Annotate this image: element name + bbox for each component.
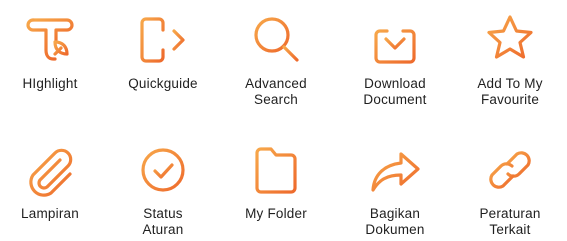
- star-icon: [480, 10, 540, 70]
- search-icon: [246, 10, 306, 70]
- lampiran-tile[interactable]: Lampiran: [0, 140, 105, 222]
- quickguide-label: Quickguide: [128, 76, 198, 91]
- download-document-tile[interactable]: Download Document: [340, 10, 450, 108]
- share-arrow-icon: [365, 140, 425, 200]
- link-icon: [480, 140, 540, 200]
- highlight-tile[interactable]: HIghlight: [0, 10, 105, 92]
- add-favourite-label: Add To My Favourite: [477, 76, 543, 107]
- quickguide-tile[interactable]: Quickguide: [108, 10, 218, 92]
- advanced-search-tile[interactable]: Advanced Search: [221, 10, 331, 108]
- folder-icon: [246, 140, 306, 200]
- bagikan-dokumen-tile[interactable]: Bagikan Dokumen: [340, 140, 450, 238]
- download-icon: [365, 10, 425, 70]
- peraturan-terkait-label: Peraturan Terkait: [479, 206, 541, 237]
- feature-icon-grid: HIghlight Quickguide Advanced Search Dow…: [0, 0, 567, 241]
- my-folder-tile[interactable]: My Folder: [221, 140, 331, 222]
- peraturan-terkait-tile[interactable]: Peraturan Terkait: [455, 140, 565, 238]
- check-circle-icon: [133, 140, 193, 200]
- my-folder-label: My Folder: [245, 206, 307, 221]
- status-aturan-tile[interactable]: Status Aturan: [108, 140, 218, 238]
- paperclip-icon: [20, 140, 80, 200]
- add-favourite-tile[interactable]: Add To My Favourite: [455, 10, 565, 108]
- lampiran-label: Lampiran: [21, 206, 79, 221]
- download-document-label: Download Document: [363, 76, 427, 107]
- exit-arrow-icon: [133, 10, 193, 70]
- highlight-label: HIghlight: [22, 76, 78, 91]
- advanced-search-label: Advanced Search: [245, 76, 307, 107]
- highlight-icon: [20, 10, 80, 70]
- bagikan-dokumen-label: Bagikan Dokumen: [365, 206, 425, 237]
- status-aturan-label: Status Aturan: [142, 206, 184, 237]
